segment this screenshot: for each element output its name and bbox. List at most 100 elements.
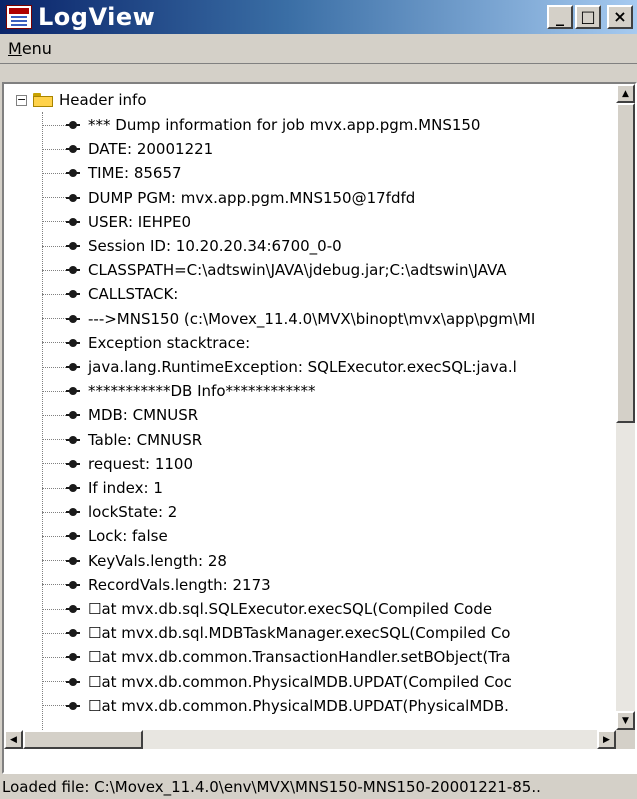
tree-node[interactable]: DUMP PGM: mvx.app.pgm.MNS150@17fdfd [42, 186, 415, 210]
minimize-button[interactable]: _ [547, 5, 573, 29]
tree-node-label: request: 1100 [88, 454, 194, 473]
tree-node-label: MDB: CMNUSR [88, 406, 199, 425]
tree-node-label: ☐at mvx.db.common.PhysicalMDB.UPDAT(Phys… [88, 696, 509, 715]
tree-node-label: Exception stacktrace: [88, 333, 251, 352]
tree-node-label: DATE: 20001221 [88, 140, 214, 159]
tree-node[interactable]: RecordVals.length: 2173 [42, 573, 271, 597]
window-controls: _ □ × [547, 5, 633, 29]
open-folder-icon [33, 93, 53, 107]
tree-node[interactable]: TIME: 85657 [42, 161, 182, 185]
tree-node-label: RecordVals.length: 2173 [88, 575, 271, 594]
tree-node[interactable]: ☐at mvx.db.sql.MDBTaskManager.execSQL(Co… [42, 621, 510, 645]
tree-node[interactable]: Lock: false [42, 524, 168, 548]
tree-node[interactable]: ☐at mvx.db.common.PhysicalMDB.UPDAT(Phys… [42, 694, 509, 718]
leaf-node-icon [66, 505, 80, 519]
tree-node-label: lockState: 2 [88, 503, 178, 522]
tree-connector-line [42, 124, 68, 126]
maximize-button[interactable]: □ [575, 5, 601, 29]
leaf-node-icon [66, 215, 80, 229]
tree-node-label: Session ID: 10.20.20.34:6700_0-0 [88, 237, 342, 255]
tree-connector-line [42, 608, 68, 610]
tree-connector-line [42, 245, 68, 247]
tree-node[interactable]: Table: CMNUSR [42, 428, 202, 452]
window-title: LogView [38, 3, 156, 31]
tree-node-label: Lock: false [88, 527, 168, 546]
tree-node-label: java.lang.RuntimeException: SQLExecutor.… [88, 358, 517, 376]
tree-connector-line [42, 487, 68, 489]
tree-node-label: DUMP PGM: mvx.app.pgm.MNS150@17fdfd [88, 188, 416, 207]
leaf-node-icon [66, 602, 80, 616]
scroll-up-button[interactable]: ▲ [616, 84, 635, 103]
tree-connector-line [42, 390, 68, 392]
tree-node-label: ☐at mvx.db.sql.MDBTaskManager.execSQL(Co… [88, 624, 511, 643]
vertical-scroll-thumb[interactable] [616, 103, 635, 423]
tree-connector-line [42, 560, 68, 562]
leaf-node-icon [66, 699, 80, 713]
tree-node-label: ☐at mvx.db.common.PhysicalMDB.UPDAT(Comp… [88, 672, 512, 691]
tree-node-label: ***********DB Info************ [88, 382, 316, 401]
tree-node[interactable]: java.lang.RuntimeException: SQLExecutor.… [42, 355, 517, 379]
tree-connector-line [42, 656, 68, 658]
leaf-node-icon [66, 118, 80, 132]
tree-node-label: If index: 1 [88, 479, 163, 497]
collapse-toggle-icon[interactable]: − [16, 94, 27, 106]
tree-node[interactable]: --->MNS150 (c:\Movex_11.4.0\MVX\binopt\m… [42, 307, 535, 331]
tree-node[interactable]: USER: IEHPE0 [42, 210, 191, 234]
java-app-icon[interactable] [6, 5, 32, 29]
tree-node[interactable]: CLASSPATH=C:\adtswin\JAVA\jdebug.jar;C:\… [42, 258, 507, 282]
leaf-node-icon [66, 626, 80, 640]
tree-node[interactable]: ☐at mvx.db.common.TransactionHandler.set… [42, 645, 511, 669]
scroll-left-button[interactable]: ◀ [4, 730, 23, 749]
log-tree-panel: − Header info *** Dump information for j… [2, 82, 637, 774]
leaf-node-icon [66, 675, 80, 689]
tree-connector-line [42, 221, 68, 223]
leaf-node-icon [66, 287, 80, 301]
tree-connector-line [42, 632, 68, 634]
leaf-node-icon [66, 578, 80, 592]
menu-rest: enu [21, 39, 52, 58]
close-button[interactable]: × [607, 5, 633, 29]
tree-node-label: --->MNS150 (c:\Movex_11.4.0\MVX\binopt\m… [88, 309, 536, 328]
tree-node[interactable]: Exception stacktrace: [42, 331, 250, 355]
tree-node[interactable]: CALLSTACK: [42, 282, 178, 306]
tree-node[interactable]: ☐at mvx.db.common.PhysicalMDB.UPDAT(Comp… [42, 670, 512, 694]
tree-node[interactable]: MDB: CMNUSR [42, 403, 198, 427]
tree-connector-line [42, 197, 68, 199]
tree-connector-line [42, 318, 68, 320]
menu-bar: Menu [0, 34, 637, 64]
tree-root-node[interactable]: − Header info [16, 90, 147, 110]
tree-node-label: USER: IEHPE0 [88, 212, 192, 231]
tree-connector-line [42, 463, 68, 465]
tree-node[interactable]: KeyVals.length: 28 [42, 549, 227, 573]
tree-node-label: CLASSPATH=C:\adtswin\JAVA\jdebug.jar;C:\… [88, 261, 507, 280]
leaf-node-icon [66, 481, 80, 495]
scroll-down-button[interactable]: ▼ [616, 711, 635, 730]
tree-node[interactable]: *** Dump information for job mvx.app.pgm… [42, 113, 480, 137]
tree-connector-line [42, 148, 68, 150]
vertical-scrollbar[interactable]: ▲ ▼ [616, 84, 635, 730]
tree-view[interactable]: − Header info *** Dump information for j… [4, 84, 616, 730]
menu-mnemonic: M [8, 39, 22, 58]
leaf-node-icon [66, 191, 80, 205]
leaf-node-icon [66, 360, 80, 374]
leaf-node-icon [66, 650, 80, 664]
tree-connector-line [42, 584, 68, 586]
tree-node[interactable]: request: 1100 [42, 452, 193, 476]
tree-connector-line [42, 535, 68, 537]
menu-menu[interactable]: Menu [8, 39, 52, 58]
horizontal-scrollbar[interactable]: ◀ ▶ [4, 730, 616, 749]
title-bar[interactable]: LogView _ □ × [0, 0, 637, 34]
tree-node[interactable]: Session ID: 10.20.20.34:6700_0-0 [42, 234, 342, 258]
tree-node[interactable]: DATE: 20001221 [42, 137, 213, 161]
leaf-node-icon [66, 529, 80, 543]
logview-window: LogView _ □ × Menu − Header info *** Dum… [0, 0, 637, 799]
tree-node[interactable]: If index: 1 [42, 476, 163, 500]
leaf-node-icon [66, 142, 80, 156]
tree-node[interactable]: ☐at mvx.db.sql.SQLExecutor.execSQL(Compi… [42, 597, 492, 621]
tree-node[interactable]: lockState: 2 [42, 500, 177, 524]
tree-connector-line [42, 681, 68, 683]
horizontal-scroll-thumb[interactable] [23, 730, 143, 749]
tree-node-label: ☐at mvx.db.sql.SQLExecutor.execSQL(Compi… [88, 600, 493, 618]
scroll-right-button[interactable]: ▶ [597, 730, 616, 749]
tree-node[interactable]: ***********DB Info************ [42, 379, 316, 403]
